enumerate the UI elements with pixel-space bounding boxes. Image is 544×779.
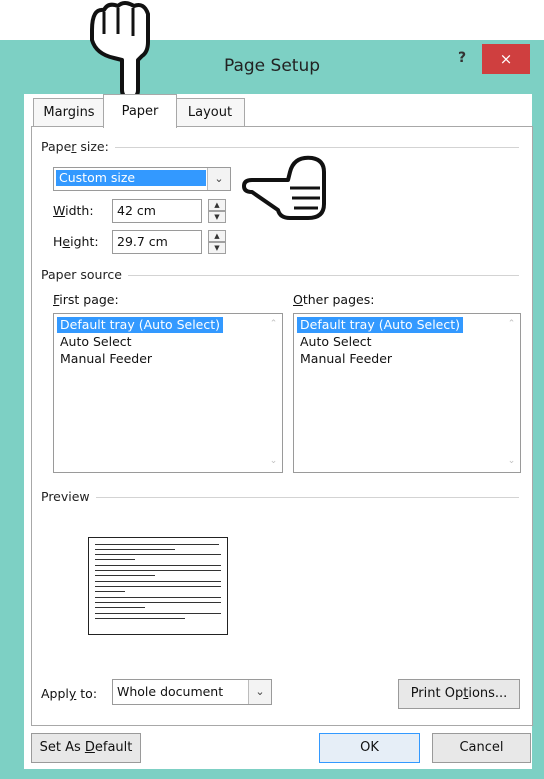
height-input[interactable]: 29.7 cm: [112, 230, 202, 254]
tab-paper[interactable]: Paper: [103, 94, 177, 128]
list-item[interactable]: Default tray (Auto Select): [297, 317, 464, 333]
ok-button[interactable]: OK: [319, 733, 420, 763]
close-button[interactable]: ×: [482, 44, 530, 74]
spin-up-icon[interactable]: ▲: [208, 199, 226, 211]
preview-text-line: [95, 581, 221, 582]
preview-text-line: [95, 575, 155, 576]
list-item[interactable]: Manual Feeder: [57, 351, 155, 367]
preview-text-line: [95, 554, 221, 555]
preview-text-line: [95, 570, 221, 571]
preview-text-line: [95, 607, 145, 608]
page-preview: [88, 537, 228, 635]
preview-text-line: [95, 602, 221, 603]
preview-text-line: [95, 549, 175, 550]
height-label: Height:: [53, 234, 99, 249]
height-stepper[interactable]: ▲ ▼: [208, 230, 226, 254]
preview-text-line: [95, 544, 219, 545]
preview-divider: [41, 497, 519, 498]
first-page-label: First page:: [53, 292, 119, 307]
tab-layout[interactable]: Layout: [175, 98, 245, 127]
help-button[interactable]: ?: [452, 50, 472, 70]
scroll-down-icon[interactable]: ⌄: [265, 453, 282, 470]
preview-text-line: [95, 618, 185, 619]
first-page-tray-list[interactable]: Default tray (Auto Select) Auto Select M…: [53, 313, 283, 473]
spin-down-icon[interactable]: ▼: [208, 242, 226, 254]
other-pages-label: Other pages:: [293, 292, 375, 307]
width-stepper[interactable]: ▲ ▼: [208, 199, 226, 223]
paper-size-label: Paper size:: [41, 139, 115, 154]
preview-text-line: [95, 559, 135, 560]
list-item[interactable]: Manual Feeder: [297, 351, 395, 367]
list-item[interactable]: Default tray (Auto Select): [57, 317, 224, 333]
chevron-down-icon[interactable]: ⌄: [207, 168, 230, 190]
apply-to-label: Apply to:: [41, 686, 98, 701]
width-label: Width:: [53, 203, 94, 218]
spin-down-icon[interactable]: ▼: [208, 211, 226, 223]
tab-margins[interactable]: Margins: [33, 98, 105, 127]
other-pages-scrollbar[interactable]: ⌃ ⌄: [503, 314, 520, 472]
paper-size-selected-value: Custom size: [56, 170, 206, 186]
paper-size-dropdown[interactable]: Custom size ⌄: [53, 167, 231, 191]
set-as-default-button[interactable]: Set As Default: [31, 733, 141, 763]
preview-text-line: [95, 591, 125, 592]
chevron-down-icon[interactable]: ⌄: [248, 680, 271, 704]
scroll-down-icon[interactable]: ⌄: [503, 453, 520, 470]
cancel-button[interactable]: Cancel: [432, 733, 531, 763]
preview-text-line: [95, 586, 221, 587]
hand-pointing-left-icon: [242, 155, 326, 220]
preview-label: Preview: [41, 489, 96, 504]
width-input[interactable]: 42 cm: [112, 199, 202, 223]
preview-text-line: [95, 565, 221, 566]
scroll-up-icon[interactable]: ⌃: [503, 316, 520, 333]
hand-pointing-down-icon: [90, 1, 150, 100]
paper-source-label: Paper source: [41, 267, 128, 282]
apply-to-dropdown[interactable]: Whole document ⌄: [112, 679, 272, 705]
list-item[interactable]: Auto Select: [57, 334, 135, 350]
scroll-up-icon[interactable]: ⌃: [265, 316, 282, 333]
preview-text-line: [95, 613, 221, 614]
spin-up-icon[interactable]: ▲: [208, 230, 226, 242]
print-options-button[interactable]: Print Options...: [398, 679, 520, 709]
other-pages-tray-list[interactable]: Default tray (Auto Select) Auto Select M…: [293, 313, 521, 473]
first-page-scrollbar[interactable]: ⌃ ⌄: [265, 314, 282, 472]
list-item[interactable]: Auto Select: [297, 334, 375, 350]
preview-text-line: [95, 597, 221, 598]
